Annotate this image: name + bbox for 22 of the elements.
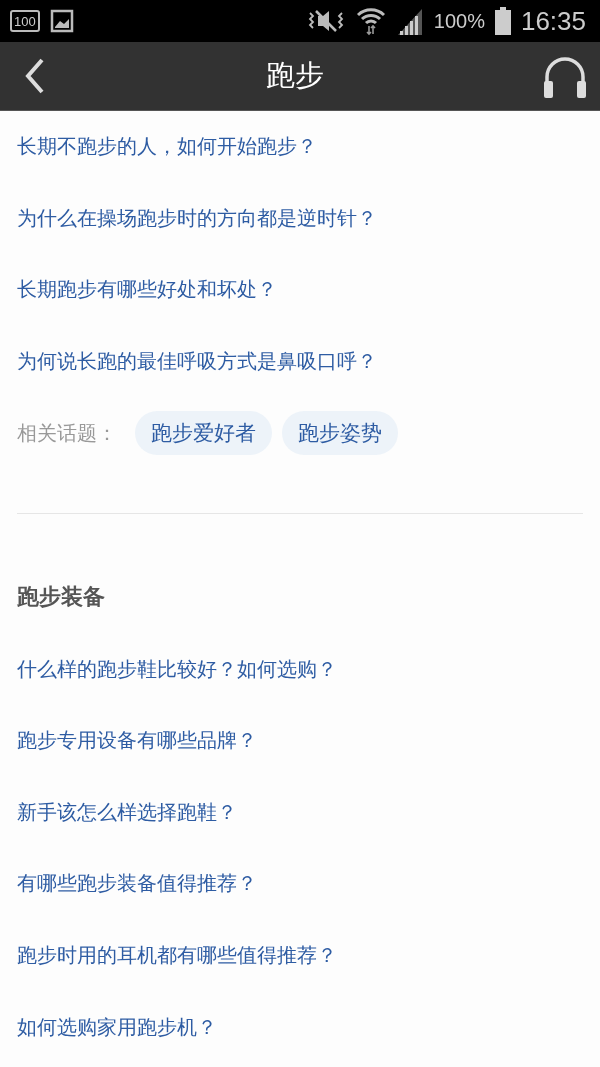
battery-icon	[494, 7, 511, 35]
question-link[interactable]: 长期不跑步的人，如何开始跑步？	[17, 133, 317, 161]
clock-time: 16:35	[520, 5, 586, 37]
question-link[interactable]: 为何说长跑的最佳呼吸方式是鼻吸口呼？	[17, 348, 377, 376]
related-topics-label: 相关话题：	[17, 419, 117, 447]
question-link[interactable]: 有哪些跑步装备值得推荐？	[17, 870, 257, 898]
question-link[interactable]: 跑步时用的耳机都有哪些值得推荐？	[17, 942, 337, 970]
question-link[interactable]: 长期跑步有哪些好处和坏处？	[17, 276, 277, 304]
battery-percentage: 100%	[433, 9, 485, 33]
question-link[interactable]: 跑步专用设备有哪些品牌？	[17, 727, 257, 755]
picture-icon	[49, 9, 74, 33]
signal-icon	[395, 7, 424, 35]
question-link[interactable]: 新手该怎么样选择跑鞋？	[17, 798, 237, 826]
question-link[interactable]: 如何选购家用跑步机？	[17, 1013, 217, 1041]
question-link[interactable]: 什么样的跑步鞋比较好？如何选购？	[17, 655, 337, 683]
section-heading: 跑步装备	[17, 583, 106, 612]
topic-tag[interactable]: 跑步爱好者	[135, 411, 272, 456]
wifi-icon	[355, 6, 386, 36]
topic-tag[interactable]: 跑步姿势	[282, 411, 398, 456]
page-title: 跑步	[266, 57, 324, 94]
battery-saver-icon: 100	[10, 10, 40, 32]
question-link[interactable]: 为什么在操场跑步时的方向都是逆时针？	[17, 204, 377, 232]
